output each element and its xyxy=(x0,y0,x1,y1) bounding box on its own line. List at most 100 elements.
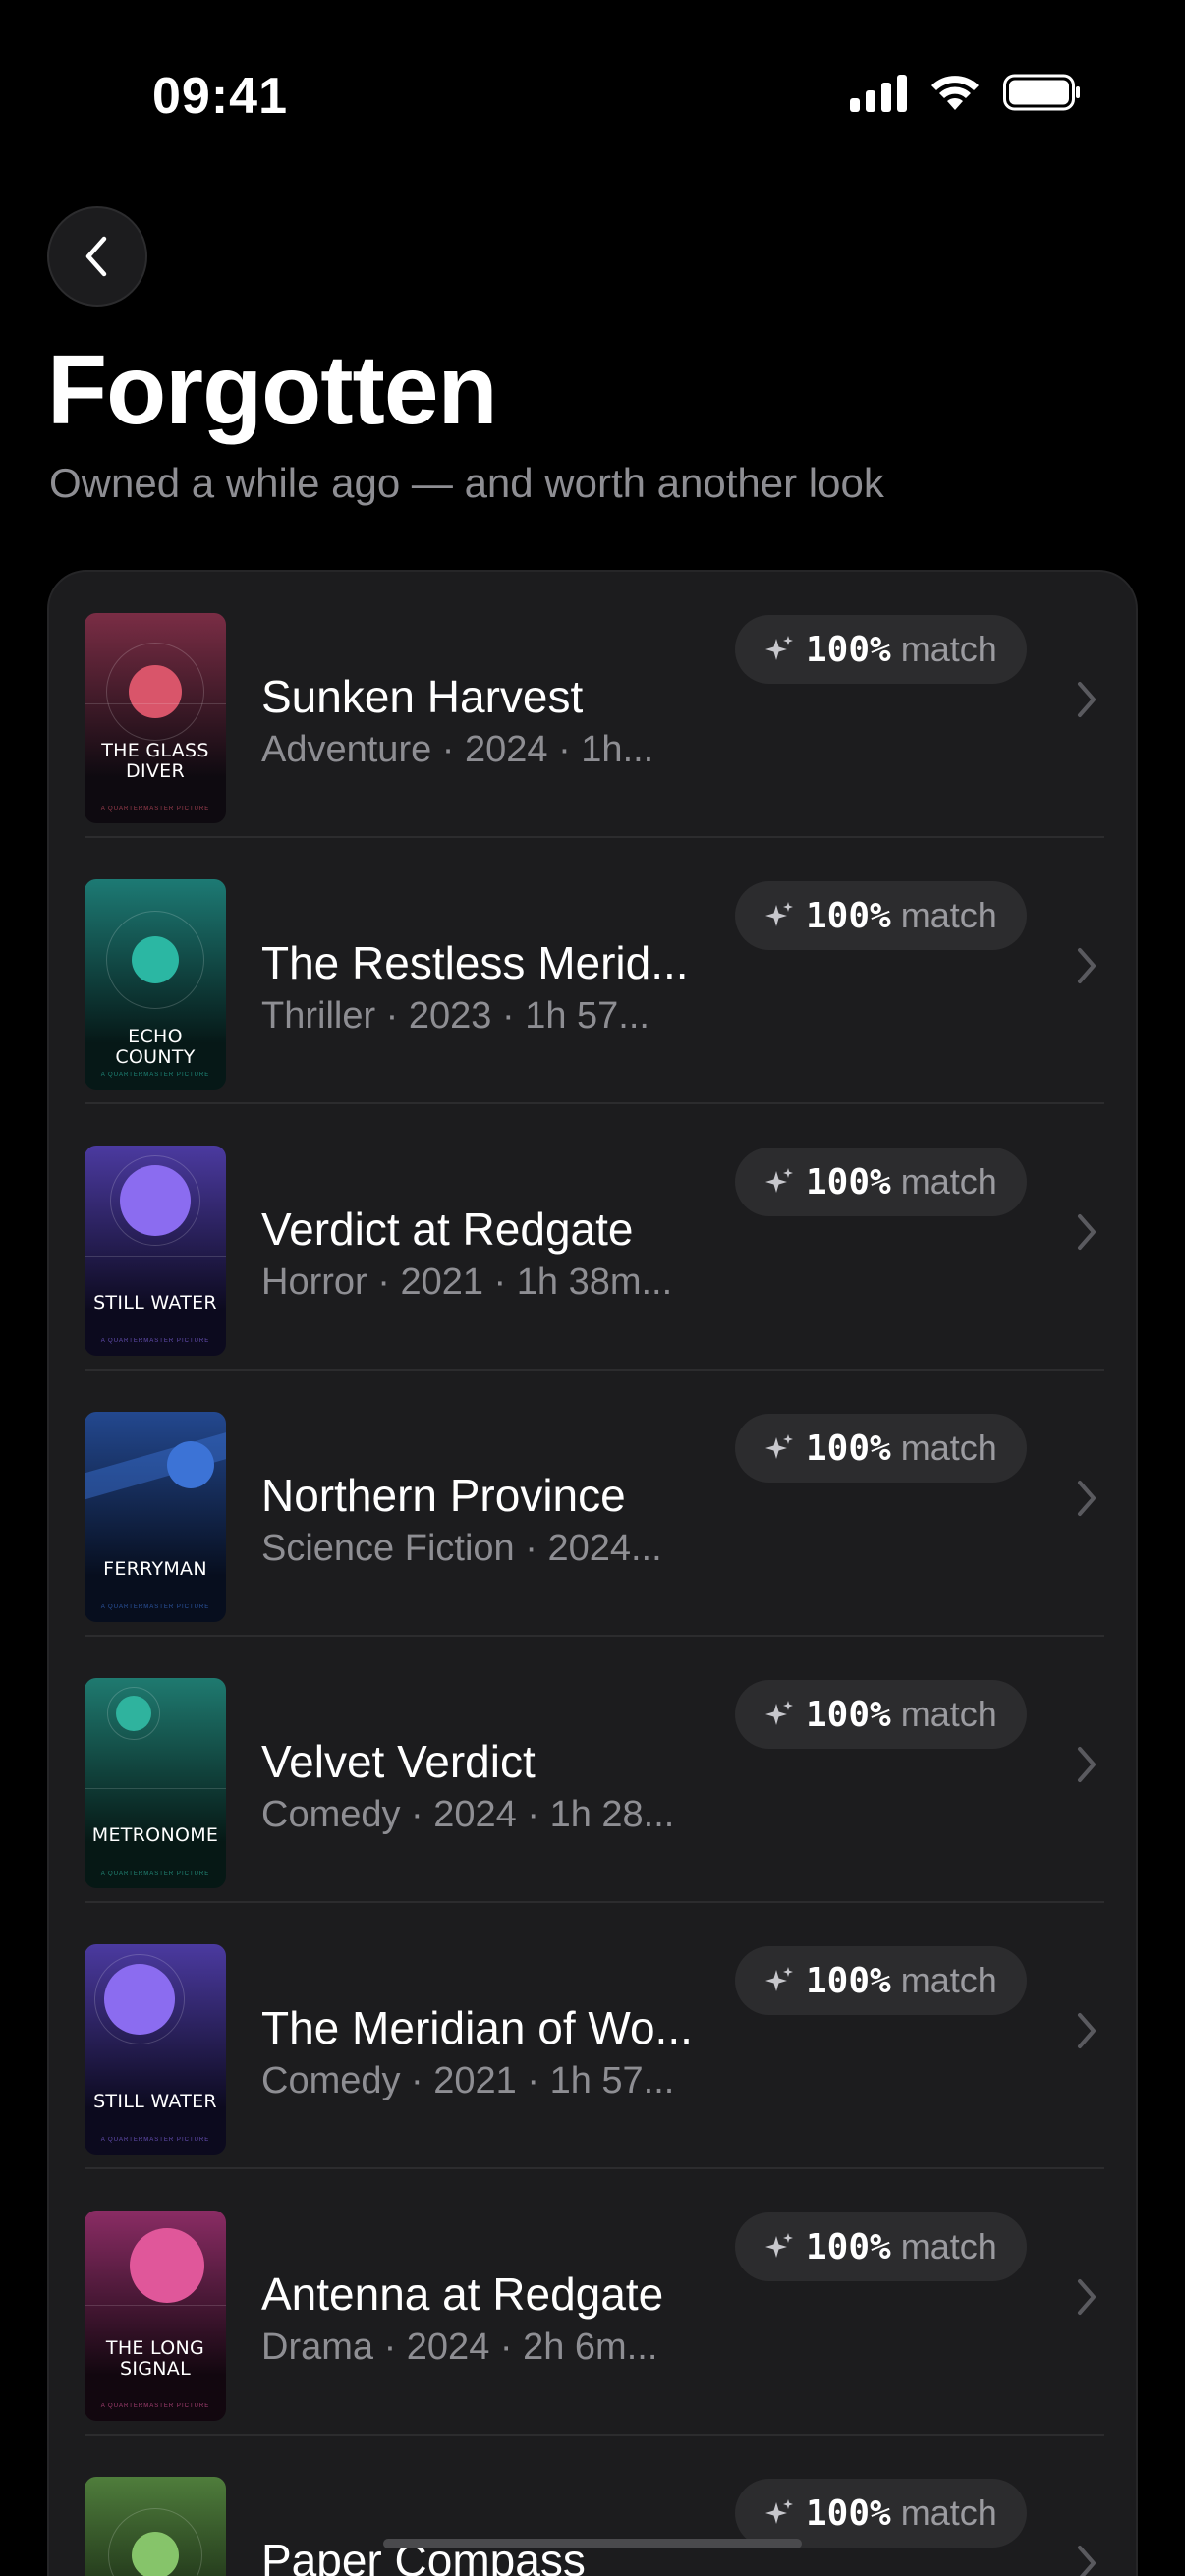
match-percent: 100% xyxy=(806,895,891,936)
sparkle-icon xyxy=(765,902,793,926)
list-item[interactable]: STILL WATER A QUARTERMASTER PICTURE The … xyxy=(49,1903,1136,2169)
match-badge: 100% match xyxy=(735,1946,1027,2015)
match-badge: 100% match xyxy=(735,1414,1027,1483)
home-indicator[interactable] xyxy=(383,2539,802,2548)
poster-thumbnail: FERRYMAN A QUARTERMASTER PICTURE xyxy=(85,1412,226,1622)
forgotten-list: THE GLASS DIVER A QUARTERMASTER PICTURE … xyxy=(47,570,1138,2576)
list-item[interactable]: FERRYMAN A QUARTERMASTER PICTURE Norther… xyxy=(49,1371,1136,1637)
chevron-right-icon xyxy=(1078,1214,1096,1250)
movie-meta: Drama · 2024 · 2h 6m... xyxy=(261,2326,658,2368)
sparkle-icon xyxy=(765,1168,793,1193)
poster-title: ECHO COUNTY xyxy=(115,1026,196,1068)
poster-credit: A QUARTERMASTER PICTURE xyxy=(100,1338,210,1344)
sparkle-icon xyxy=(765,1967,793,1991)
list-item[interactable]: Paper Compass 100% match xyxy=(49,2436,1136,2576)
movie-meta: Science Fiction · 2024... xyxy=(261,1528,662,1569)
list-item[interactable]: THE GLASS DIVER A QUARTERMASTER PICTURE … xyxy=(49,572,1136,838)
list-item[interactable]: THE LONG SIGNAL A QUARTERMASTER PICTURE … xyxy=(49,2169,1136,2436)
match-badge: 100% match xyxy=(735,2212,1027,2281)
movie-meta: Thriller · 2023 · 1h 57... xyxy=(261,995,649,1036)
status-icons xyxy=(850,73,1082,112)
chevron-right-icon xyxy=(1078,1481,1096,1516)
match-badge: 100% match xyxy=(735,1680,1027,1749)
sparkle-icon xyxy=(765,1701,793,1725)
poster-credit: A QUARTERMASTER PICTURE xyxy=(100,806,210,812)
match-percent: 100% xyxy=(806,1428,891,1469)
movie-title: Sunken Harvest xyxy=(261,671,584,722)
poster-horizon xyxy=(85,1788,226,1789)
match-badge: 100% match xyxy=(735,2479,1027,2548)
match-percent: 100% xyxy=(806,1960,891,2001)
poster-thumbnail: THE LONG SIGNAL A QUARTERMASTER PICTURE xyxy=(85,2211,226,2421)
chevron-right-icon xyxy=(1078,948,1096,983)
poster-credit: A QUARTERMASTER PICTURE xyxy=(100,1072,210,1078)
match-percent: 100% xyxy=(806,629,891,670)
match-percent: 100% xyxy=(806,2492,891,2534)
chevron-right-icon xyxy=(1078,2013,1096,2048)
poster-sun xyxy=(116,1696,151,1731)
cellular-signal-icon xyxy=(850,73,907,112)
page-subtitle: Owned a while ago — and worth another lo… xyxy=(49,460,884,506)
chevron-right-icon xyxy=(1078,1747,1096,1782)
status-bar: 09:41 xyxy=(0,0,1185,187)
match-label: match xyxy=(900,2226,997,2267)
poster-sun xyxy=(104,1964,175,2035)
poster-title: STILL WATER xyxy=(93,1292,217,1314)
list-item[interactable]: ECHO COUNTY A QUARTERMASTER PICTURE The … xyxy=(49,838,1136,1104)
match-label: match xyxy=(900,1960,997,2000)
poster-thumbnail: ECHO COUNTY A QUARTERMASTER PICTURE xyxy=(85,879,226,1090)
poster-title: STILL WATER xyxy=(93,2091,217,2112)
movie-title: The Restless Merid... xyxy=(261,937,689,988)
poster-horizon xyxy=(85,2305,226,2306)
movie-meta: Comedy · 2021 · 1h 57... xyxy=(261,2060,675,2101)
poster-thumbnail: METRONOME A QUARTERMASTER PICTURE xyxy=(85,1678,226,1888)
chevron-right-icon xyxy=(1078,2279,1096,2315)
poster-thumbnail: STILL WATER A QUARTERMASTER PICTURE xyxy=(85,1944,226,2155)
poster-horizon xyxy=(85,1256,226,1257)
sparkle-icon xyxy=(765,2499,793,2524)
poster-credit: A QUARTERMASTER PICTURE xyxy=(100,2403,210,2409)
list-item[interactable]: METRONOME A QUARTERMASTER PICTURE Velvet… xyxy=(49,1637,1136,1903)
list-item[interactable]: STILL WATER A QUARTERMASTER PICTURE Verd… xyxy=(49,1104,1136,1371)
back-button[interactable] xyxy=(47,206,147,307)
sparkle-icon xyxy=(765,2233,793,2258)
match-percent: 100% xyxy=(806,1694,891,1735)
match-label: match xyxy=(900,2492,997,2533)
match-badge: 100% match xyxy=(735,881,1027,950)
battery-icon xyxy=(1003,73,1082,112)
poster-sun xyxy=(130,2228,204,2303)
movie-meta: Horror · 2021 · 1h 38m... xyxy=(261,1261,673,1303)
poster-horizon xyxy=(85,703,226,704)
poster-credit: A QUARTERMASTER PICTURE xyxy=(100,1871,210,1876)
status-time: 09:41 xyxy=(152,68,288,125)
wifi-icon xyxy=(929,73,982,112)
chevron-left-icon xyxy=(85,236,107,277)
match-label: match xyxy=(900,1161,997,1202)
poster-sun xyxy=(120,1165,191,1236)
movie-title: Velvet Verdict xyxy=(261,1736,536,1787)
poster-sun xyxy=(167,1441,214,1488)
movie-title: Verdict at Redgate xyxy=(261,1204,634,1255)
poster-title: THE GLASS DIVER xyxy=(101,740,209,782)
chevron-right-icon xyxy=(1078,2546,1096,2576)
poster-thumbnail: STILL WATER A QUARTERMASTER PICTURE xyxy=(85,1146,226,1356)
sparkle-icon xyxy=(765,636,793,660)
movie-title: Antenna at Redgate xyxy=(261,2268,664,2320)
poster-thumbnail: THE GLASS DIVER A QUARTERMASTER PICTURE xyxy=(85,613,226,823)
match-badge: 100% match xyxy=(735,1148,1027,1216)
poster-sun xyxy=(129,665,182,718)
poster-sun xyxy=(132,2532,179,2576)
poster-thumbnail xyxy=(85,2477,226,2576)
match-label: match xyxy=(900,1428,997,1468)
poster-title: METRONOME xyxy=(91,1824,219,1846)
page-title: Forgotten xyxy=(47,335,498,445)
poster-credit: A QUARTERMASTER PICTURE xyxy=(100,2137,210,2143)
match-label: match xyxy=(900,895,997,935)
movie-meta: Comedy · 2024 · 1h 28... xyxy=(261,1794,675,1835)
movie-title: Northern Province xyxy=(261,1470,626,1521)
poster-title: THE LONG SIGNAL xyxy=(105,2337,205,2380)
poster-sun xyxy=(132,936,179,983)
match-percent: 100% xyxy=(806,2226,891,2268)
match-badge: 100% match xyxy=(735,615,1027,684)
match-label: match xyxy=(900,1694,997,1734)
